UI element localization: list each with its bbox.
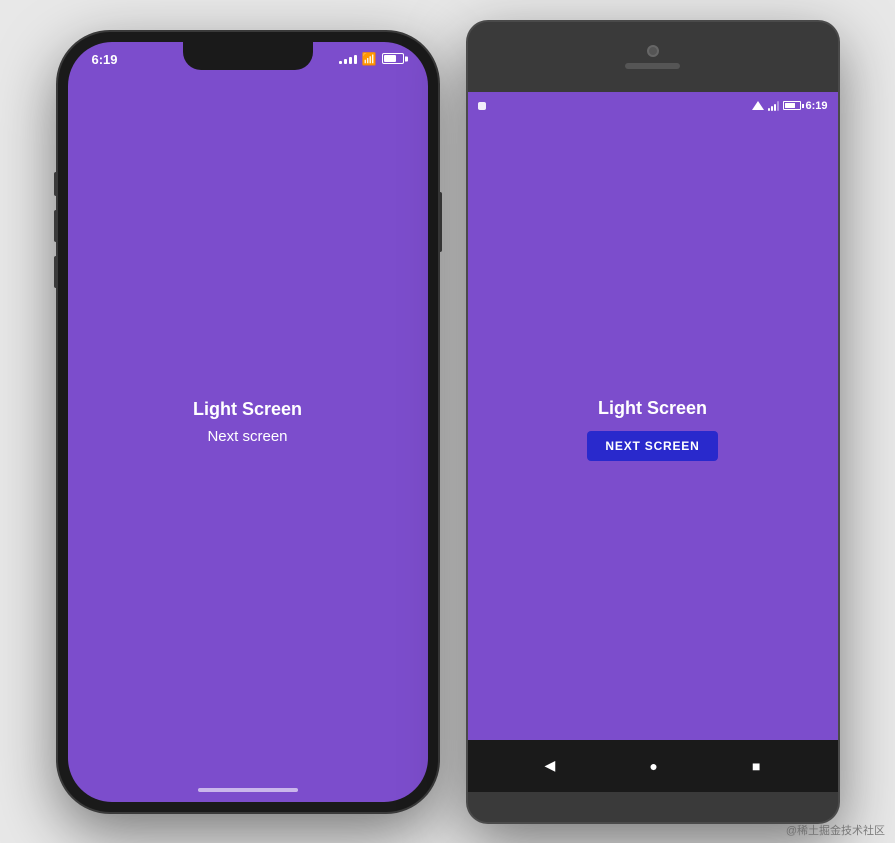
android-notification-dot bbox=[478, 102, 486, 110]
android-battery-fill bbox=[785, 103, 794, 108]
ios-screen-subtitle: Next screen bbox=[207, 428, 287, 445]
android-recents-button[interactable]: ■ bbox=[752, 758, 760, 774]
ios-content: Light Screen Next screen bbox=[193, 399, 302, 445]
ios-status-icons: 📶 bbox=[339, 52, 404, 66]
android-screen: 6:19 Light Screen NEXT SCREEN ◀ ● ■ bbox=[468, 92, 838, 792]
android-top-bezel bbox=[468, 22, 838, 92]
android-screen-title: Light Screen bbox=[598, 398, 707, 419]
ios-signal-icon bbox=[339, 54, 357, 64]
android-camera bbox=[647, 45, 659, 57]
ios-volume-up-button bbox=[54, 210, 58, 242]
ios-battery-fill bbox=[384, 55, 397, 62]
ios-volume-down-button bbox=[54, 256, 58, 288]
android-main-content: Light Screen NEXT SCREEN bbox=[468, 120, 838, 740]
android-wifi-icon bbox=[752, 101, 764, 110]
ios-screen-title: Light Screen bbox=[193, 399, 302, 420]
android-status-bar: 6:19 bbox=[468, 92, 838, 120]
android-bottom-bezel bbox=[468, 792, 838, 822]
android-phone: 6:19 Light Screen NEXT SCREEN ◀ ● ■ bbox=[468, 22, 838, 822]
ios-home-indicator[interactable] bbox=[198, 788, 298, 792]
ios-silent-button bbox=[54, 172, 58, 196]
ios-notch bbox=[183, 42, 313, 70]
android-status-icons: 6:19 bbox=[752, 100, 827, 112]
android-home-button[interactable]: ● bbox=[649, 758, 657, 774]
android-battery-icon bbox=[783, 101, 801, 110]
next-screen-button[interactable]: NEXT SCREEN bbox=[587, 431, 717, 461]
ios-power-button bbox=[438, 192, 442, 252]
android-back-button[interactable]: ◀ bbox=[545, 757, 556, 774]
android-time: 6:19 bbox=[805, 100, 827, 112]
android-signal-icon bbox=[768, 101, 779, 111]
ios-battery-icon bbox=[382, 53, 404, 64]
ios-left-buttons bbox=[54, 172, 58, 288]
android-notification-icons bbox=[478, 102, 753, 110]
android-speaker bbox=[625, 63, 680, 69]
ios-phone: 6:19 📶 Light Screen Next screen bbox=[58, 32, 438, 812]
ios-screen: 6:19 📶 Light Screen Next screen bbox=[68, 42, 428, 802]
ios-wifi-icon: 📶 bbox=[362, 52, 377, 66]
watermark: @稀土掘金技术社区 bbox=[786, 822, 885, 838]
android-nav-bar: ◀ ● ■ bbox=[468, 740, 838, 792]
